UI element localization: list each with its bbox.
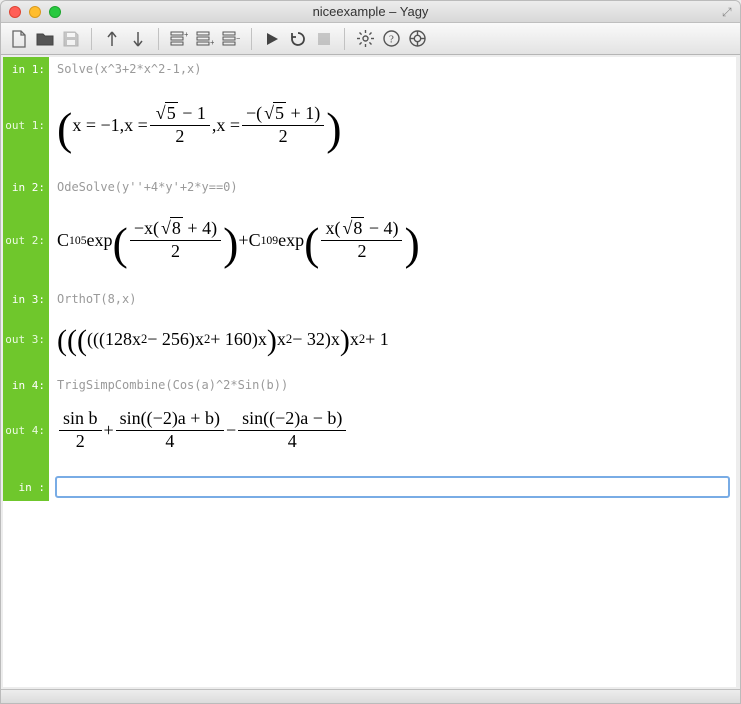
out-math-4: sin b2 + sin((−2)a + b)4 − sin((−2)a − b… [49,405,736,455]
svg-text:+: + [184,31,188,39]
window-title: niceexample – Yagy [1,4,740,19]
move-down-button[interactable] [126,27,150,51]
out-label-4: out 4: [3,405,49,455]
in-code-4[interactable]: TrigSimpCombine(Cos(a)^2*Sin(b)) [49,373,736,397]
toolbar-separator [91,28,92,50]
toolbar: + + − ? [1,23,740,55]
delete-cell-button[interactable]: − [219,27,243,51]
out-math-3: ((((((128x2 − 256)x2 + 160)x)x2 − 32)x)x… [49,319,736,359]
new-file-button[interactable] [7,27,31,51]
out-math-1: ( x = −1,x = 5 − 1 2 ,x = −(5 + 1) 2 ) [49,91,736,159]
in-label-1: in 1: [3,57,49,81]
stop-button[interactable] [312,27,336,51]
save-file-button[interactable] [59,27,83,51]
in-code-1[interactable]: Solve(x^3+2*x^2-1,x) [49,57,736,81]
community-button[interactable] [405,27,429,51]
out-label-2: out 2: [3,209,49,271]
in-label-4: in 4: [3,373,49,397]
fullscreen-icon[interactable]: ⤢ [722,5,734,17]
svg-text:?: ? [389,34,394,46]
toolbar-separator [251,28,252,50]
in-code-3[interactable]: OrthoT(8,x) [49,287,736,311]
rerun-button[interactable] [286,27,310,51]
titlebar: niceexample – Yagy ⤢ [1,1,740,23]
in-label-current: in : [3,473,49,501]
insert-below-button[interactable]: + [193,27,217,51]
help-button[interactable]: ? [379,27,403,51]
move-up-button[interactable] [100,27,124,51]
out-math-2: C105 exp ( −x(8 + 4) 2 ) + C109 exp ( x(… [49,209,736,271]
insert-above-button[interactable]: + [167,27,191,51]
svg-text:+: + [210,38,214,47]
notebook-content: in 1: Solve(x^3+2*x^2-1,x) out 1: ( x = … [3,57,736,687]
settings-button[interactable] [353,27,377,51]
in-label-3: in 3: [3,287,49,311]
in-code-2[interactable]: OdeSolve(y''+4*y'+2*y==0) [49,175,736,199]
open-file-button[interactable] [33,27,57,51]
toolbar-separator [158,28,159,50]
svg-text:−: − [236,34,240,43]
out-label-3: out 3: [3,319,49,359]
active-input[interactable] [55,476,730,498]
run-button[interactable] [260,27,284,51]
toolbar-separator [344,28,345,50]
in-label-2: in 2: [3,175,49,199]
out-label-1: out 1: [3,91,49,159]
status-bar [1,689,740,703]
